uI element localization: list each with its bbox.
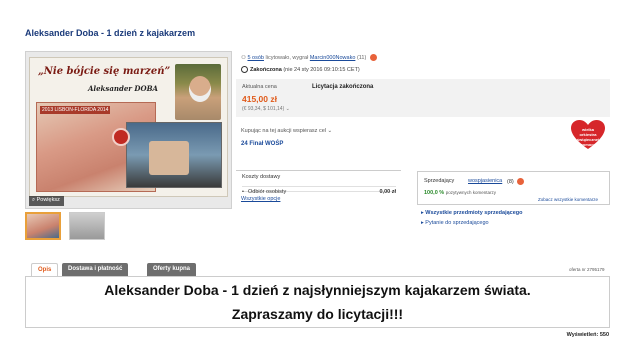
seller-name-link[interactable]: wospjasienica bbox=[468, 178, 502, 184]
shipping-title: Koszty dostawy bbox=[242, 174, 281, 180]
charity-info[interactable]: Kupując na tej aukcji wspierasz cel ⌄ bbox=[241, 128, 332, 134]
tab-opis[interactable]: Opis bbox=[31, 263, 59, 276]
bidders-text: licytowało, wygrał bbox=[265, 54, 309, 61]
shipping-method: Odbiór osobisty bbox=[248, 189, 287, 195]
zoom-label: Powiększ bbox=[36, 197, 60, 203]
charity-name[interactable]: 24 Finał WOŚP bbox=[241, 141, 283, 147]
seller-score: (8) bbox=[507, 178, 525, 185]
winner-score: (11) bbox=[356, 54, 367, 61]
price-conversion[interactable]: (€ 93,34, $ 101,14) ⌄ bbox=[242, 106, 290, 112]
shipping-row: • Odbiór osobisty 0,00 zł bbox=[242, 186, 396, 195]
all-comments-link[interactable]: Zobacz wszystkie komentarze bbox=[538, 197, 598, 202]
heart-icon bbox=[517, 178, 525, 185]
promo-quote: „Nie bójcie się marzeń” bbox=[38, 66, 171, 77]
chevron-down-icon: ⌄ bbox=[327, 128, 333, 134]
winner-link[interactable]: Marcin000Nowako bbox=[310, 55, 356, 61]
wosp-badge-text: wielka orkiestra świątecznej pomocy bbox=[576, 127, 600, 147]
auction-ended: Zakończona (nie 24 sty 2016 09:10:15 CET… bbox=[241, 66, 360, 73]
bidders-link[interactable]: 5 osób bbox=[247, 55, 264, 61]
chevron-down-icon: ⌄ bbox=[285, 106, 290, 112]
users-icon: ⚇ bbox=[241, 54, 246, 61]
ended-label: Zakończona bbox=[250, 66, 282, 73]
bullet-icon: • bbox=[242, 189, 244, 195]
price-label: Aktualna cena bbox=[242, 84, 277, 90]
promo-seal-icon bbox=[112, 128, 130, 146]
zoom-button[interactable]: ⌕ Powiększ bbox=[29, 196, 64, 206]
image-gallery[interactable]: „Nie bójcie się marzeń” Aleksander DOBA … bbox=[25, 51, 232, 209]
all-shipping-options-link[interactable]: Wszystkie opcje bbox=[241, 196, 280, 202]
thumbnail-2[interactable] bbox=[69, 212, 105, 240]
doba-face bbox=[189, 76, 211, 102]
promo-name: Aleksander DOBA bbox=[88, 84, 158, 93]
tab-oferty[interactable]: Oferty kupna bbox=[147, 263, 197, 276]
current-price: 415,00 zł bbox=[242, 94, 277, 104]
description-line-1: Aleksander Doba - 1 dzień z najsłynniejs… bbox=[104, 282, 531, 298]
seller-items-link[interactable]: ▸ Wszystkie przedmioty sprzedającego bbox=[421, 210, 523, 216]
ended-date: (nie 24 sty 2016 09:10:15 CET) bbox=[283, 66, 360, 73]
price-panel: Aktualna cena 415,00 zł (€ 93,34, $ 101,… bbox=[236, 79, 610, 117]
positive-text: pozytywnych komentarzy bbox=[445, 190, 496, 195]
ask-seller-link[interactable]: ▸ Pytanie do sprzedającego bbox=[421, 220, 489, 226]
shipping-cost: 0,00 zł bbox=[379, 189, 396, 195]
heart-icon bbox=[369, 54, 377, 61]
view-count: Wyświetleń: 550 bbox=[566, 332, 609, 338]
kayak-photo bbox=[126, 122, 222, 188]
seller-label: Sprzedający bbox=[424, 178, 455, 184]
bids-summary: ⚇ 5 osób licytowało, wygrał Marcin000Now… bbox=[241, 54, 377, 61]
thumbnail-1[interactable] bbox=[25, 212, 61, 240]
auction-status: Licytacja zakończona bbox=[312, 84, 374, 90]
tab-dostawa[interactable]: Dostawa i płatność bbox=[62, 263, 129, 276]
listing-title: Aleksander Doba - 1 dzień z kajakarzem bbox=[25, 28, 196, 38]
offer-number: oferta nr 2795179 bbox=[569, 267, 605, 272]
main-product-image[interactable]: „Nie bójcie się marzeń” Aleksander DOBA … bbox=[29, 57, 228, 197]
description-panel: Aleksander Doba - 1 dzień z najsłynniejs… bbox=[25, 276, 610, 328]
seller-panel: Sprzedający wospjasienica (8) 100,0 % po… bbox=[417, 171, 610, 205]
seller-positive: 100,0 % pozytywnych komentarzy bbox=[424, 190, 496, 196]
promo-map-caption: 2013 LISBON-FLORIDA 2014 bbox=[40, 106, 111, 114]
description-line-2: Zapraszamy do licytacji!!! bbox=[231, 306, 404, 322]
clock-icon bbox=[241, 66, 248, 73]
